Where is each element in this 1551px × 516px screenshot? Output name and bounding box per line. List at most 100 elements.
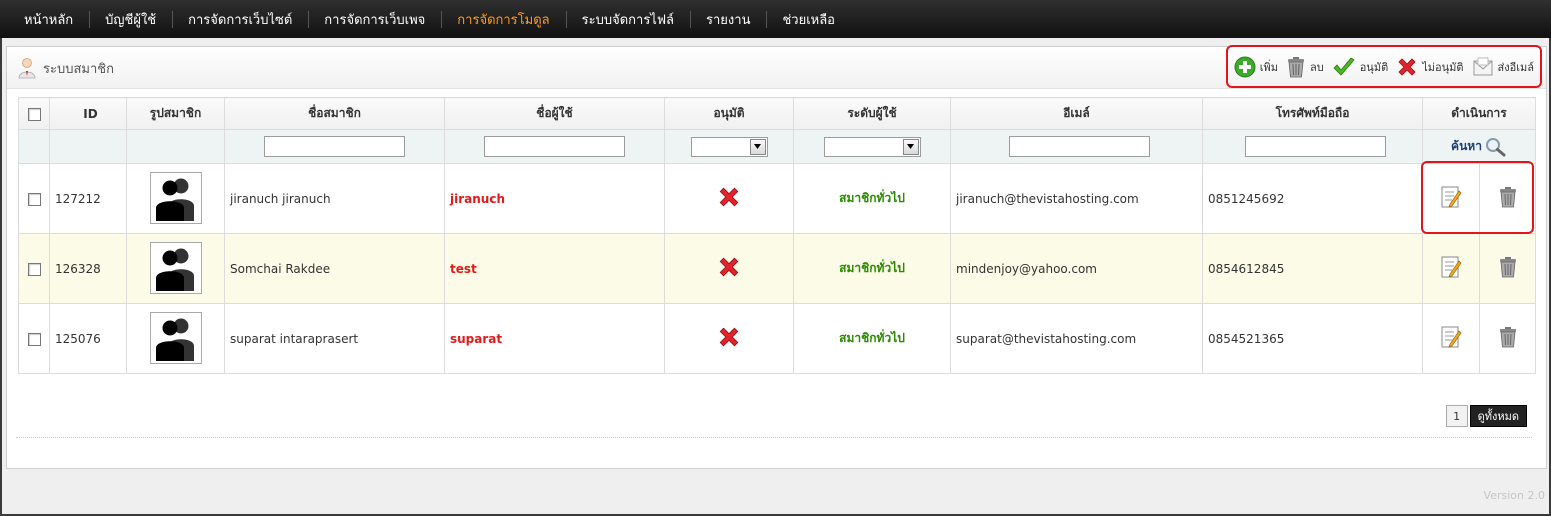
- filter-name-cell: [224, 129, 445, 164]
- cell-phone: 0851245692: [1202, 163, 1423, 234]
- menu-item-reports[interactable]: รายงาน: [690, 0, 766, 38]
- table-row: 125076 suparat intaraprasert suparat สมา…: [18, 303, 1536, 374]
- delete-button[interactable]: ลบ: [1286, 56, 1324, 78]
- not-approved-icon[interactable]: [717, 185, 741, 209]
- col-photo: รูปสมาชิก: [126, 97, 225, 130]
- filter-empty-1: [18, 129, 50, 164]
- cell-username[interactable]: suparat: [444, 303, 665, 374]
- cell-name: jiranuch jiranuch: [224, 163, 445, 234]
- default-avatar-icon: [155, 318, 194, 361]
- menu-item-accounts[interactable]: บัญชีผู้ใช้: [89, 0, 172, 38]
- not-approved-icon[interactable]: [717, 255, 741, 279]
- add-label: เพิ่ม: [1259, 60, 1278, 74]
- cell-approved: [664, 233, 794, 304]
- filter-empty-2: [49, 129, 127, 164]
- filter-approved-select[interactable]: [690, 136, 768, 157]
- send-email-label: ส่งอีเมล์: [1497, 60, 1534, 74]
- edit-icon[interactable]: [1440, 255, 1462, 279]
- select-all-cell: [18, 97, 50, 130]
- trash-icon: [1287, 56, 1304, 77]
- row-checkbox[interactable]: [27, 332, 41, 346]
- cell-level: สมาชิกทั่วไป: [793, 233, 951, 304]
- default-avatar-icon: [155, 248, 194, 291]
- avatar[interactable]: [149, 241, 202, 294]
- default-avatar-icon: [155, 178, 194, 221]
- trash-icon[interactable]: [1498, 326, 1518, 348]
- filter-level-select[interactable]: [823, 136, 921, 157]
- row-checkbox[interactable]: [27, 262, 41, 276]
- filter-name-input[interactable]: [264, 136, 405, 157]
- cell-level: สมาชิกทั่วไป: [793, 163, 951, 234]
- action-toolbar: เพิ่ม ลบ อนุมัติ ไม่อนุมัติ ส่งอีเมล์: [1225, 45, 1542, 88]
- cell-email: suparat@thevistahosting.com: [950, 303, 1203, 374]
- cell-username[interactable]: jiranuch: [444, 163, 665, 234]
- version-label: Version 2.0: [1483, 489, 1545, 502]
- col-approved[interactable]: อนุมัติ: [664, 97, 794, 130]
- row-checkbox[interactable]: [27, 192, 41, 206]
- cell-photo: [126, 163, 225, 234]
- cell-phone: 0854612845: [1202, 233, 1423, 304]
- cell-edit: [1422, 163, 1480, 234]
- disapprove-button[interactable]: ไม่อนุมัติ: [1396, 56, 1464, 78]
- menu-item-help[interactable]: ช่วยเหลือ: [766, 0, 851, 38]
- col-name[interactable]: ชื่อสมาชิก: [224, 97, 445, 130]
- cell-username[interactable]: test: [444, 233, 665, 304]
- filter-level-cell: [793, 129, 951, 164]
- cell-id: 127212: [49, 163, 127, 234]
- filter-email-input[interactable]: [1008, 136, 1150, 157]
- menu-item-modules[interactable]: การจัดการโมดูล: [441, 0, 565, 38]
- cell-photo: [126, 233, 225, 304]
- cell-edit: [1422, 233, 1480, 304]
- cell-level: สมาชิกทั่วไป: [793, 303, 951, 374]
- add-button[interactable]: เพิ่ม: [1234, 56, 1278, 78]
- search-label: ค้นหา: [1451, 139, 1482, 153]
- col-phone[interactable]: โทรศัพท์มือถือ: [1202, 97, 1423, 130]
- red-x-icon: [1398, 57, 1416, 76]
- chevron-down-icon: [749, 138, 766, 155]
- menu-item-webpage[interactable]: การจัดการเว็บเพจ: [308, 0, 441, 38]
- disapprove-label: ไม่อนุมัติ: [1422, 60, 1464, 74]
- view-all-button[interactable]: ดูทั้งหมด: [1469, 405, 1527, 427]
- filter-username-cell: [444, 129, 665, 164]
- col-level[interactable]: ระดับผู้ใช้: [793, 97, 951, 130]
- menu-item-website[interactable]: การจัดการเว็บไซต์: [172, 0, 308, 38]
- send-email-button[interactable]: ส่งอีเมล์: [1472, 56, 1534, 78]
- cell-id: 126328: [49, 233, 127, 304]
- col-id[interactable]: ID: [49, 97, 127, 130]
- main-menu: หน้าหลัก บัญชีผู้ใช้ การจัดการเว็บไซต์ ก…: [0, 0, 1551, 38]
- cell-name: suparat intaraprasert: [224, 303, 445, 374]
- col-username[interactable]: ชื่อผู้ใช้: [444, 97, 665, 130]
- menu-item-files[interactable]: ระบบจัดการไฟล์: [565, 0, 690, 38]
- cell-name: Somchai Rakdee: [224, 233, 445, 304]
- trash-icon[interactable]: [1498, 256, 1518, 278]
- col-actions: ดำเนินการ: [1422, 97, 1536, 130]
- search-icon: [1485, 137, 1506, 156]
- footer-divider: [16, 437, 1532, 438]
- avatar[interactable]: [149, 311, 202, 364]
- filter-approved-cell: [664, 129, 794, 164]
- edit-icon[interactable]: [1440, 185, 1462, 209]
- cell-approved: [664, 163, 794, 234]
- page-title: ระบบสมาชิก: [17, 57, 114, 79]
- delete-label: ลบ: [1309, 60, 1324, 74]
- filter-search-cell: ค้นหา: [1422, 129, 1536, 164]
- avatar[interactable]: [149, 171, 202, 224]
- select-all-checkbox[interactable]: [27, 107, 41, 121]
- page-1-button[interactable]: 1: [1445, 405, 1468, 427]
- filter-phone-input[interactable]: [1244, 136, 1386, 157]
- cell-delete: [1479, 303, 1536, 374]
- approve-button[interactable]: อนุมัติ: [1332, 56, 1388, 77]
- edit-icon[interactable]: [1440, 325, 1462, 349]
- cell-email: jiranuch@thevistahosting.com: [950, 163, 1203, 234]
- trash-icon[interactable]: [1498, 186, 1518, 208]
- col-email[interactable]: อีเมล์: [950, 97, 1203, 130]
- menu-item-home[interactable]: หน้าหลัก: [8, 0, 89, 38]
- not-approved-icon[interactable]: [717, 325, 741, 349]
- cell-phone: 0854521365: [1202, 303, 1423, 374]
- cell-delete: [1479, 233, 1536, 304]
- filter-empty-3: [126, 129, 225, 164]
- row-select-cell: [18, 303, 50, 374]
- search-button[interactable]: ค้นหา: [1451, 137, 1507, 157]
- table-header-row: ID รูปสมาชิก ชื่อสมาชิก ชื่อผู้ใช้ อนุมั…: [18, 97, 1536, 130]
- filter-username-input[interactable]: [484, 136, 625, 157]
